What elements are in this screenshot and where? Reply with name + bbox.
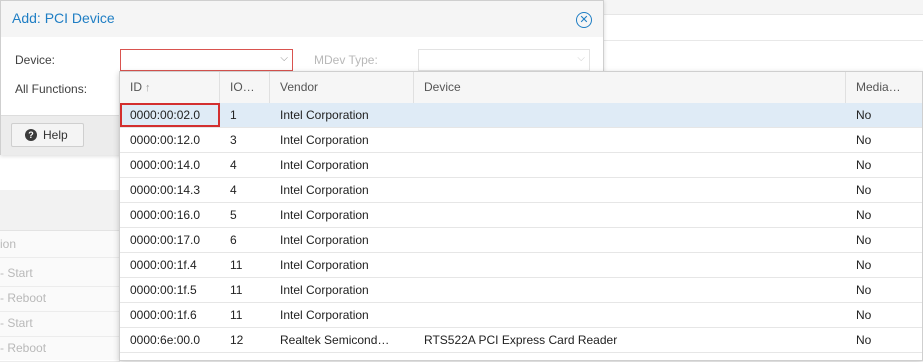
chevron-down-icon[interactable]: ⌵ [280, 53, 288, 64]
column-header-id-label: ID [130, 80, 142, 94]
question-circle-icon: ? [25, 129, 37, 141]
table-row[interactable]: 0000:00:1f.6 11 Intel Corporation No [120, 303, 922, 328]
cell-vendor: Realtek Semicond… [280, 333, 390, 347]
column-header-vendor[interactable]: Vendor [270, 72, 414, 103]
cell-device [414, 178, 846, 202]
cell-id: 0000:00:14.3 [130, 183, 201, 197]
table-row[interactable]: 0000:00:17.0 6 Intel Corporation No [120, 228, 922, 253]
cell-io: 3 [230, 133, 237, 147]
cell-vendor: Intel Corporation [280, 133, 369, 147]
cell-io: 4 [230, 158, 237, 172]
cell-device [414, 228, 846, 252]
dialog-title: Add: PCI Device [12, 10, 115, 26]
cell-vendor: Intel Corporation [280, 158, 369, 172]
cell-io: 11 [230, 283, 243, 297]
cell-media: No [856, 108, 872, 122]
column-header-media[interactable]: Media… [846, 72, 922, 103]
cell-vendor: Intel Corporation [280, 208, 369, 222]
device-picker-grid[interactable]: ID ↑ IO… Vendor Device Media… 0000:00:02.… [119, 71, 923, 361]
table-row[interactable]: 0000:00:1f.5 11 Intel Corporation No [120, 278, 922, 303]
cell-device [414, 253, 846, 277]
cell-io: 11 [230, 258, 243, 272]
cell-id: 0000:00:1f.5 [130, 283, 197, 297]
table-row[interactable]: 0000:00:14.3 4 Intel Corporation No [120, 178, 922, 203]
cell-id: 0000:00:1f.4 [130, 258, 197, 272]
device-label: Device: [15, 53, 56, 67]
column-header-io[interactable]: IO… [220, 72, 270, 103]
mdev-type-label: MDev Type: [314, 53, 378, 67]
table-row[interactable]: 0000:00:16.0 5 Intel Corporation No [120, 203, 922, 228]
cell-id: 0000:00:12.0 [130, 133, 201, 147]
background-row: - Reboot [0, 336, 120, 362]
all-functions-label: All Functions: [15, 82, 88, 96]
cell-io: 4 [230, 183, 237, 197]
cell-media: No [856, 233, 872, 247]
cell-vendor: Intel Corporation [280, 233, 369, 247]
cell-device [414, 203, 846, 227]
table-row[interactable]: 0000:6e:00.0 12 Realtek Semicond… RTS522… [120, 328, 922, 353]
background-row: - Reboot [0, 286, 120, 312]
cell-id: 0000:00:02.0 [120, 103, 220, 127]
arrow-up-icon: ↑ [145, 82, 151, 94]
cell-io: 11 [230, 308, 243, 322]
cell-device [414, 303, 846, 327]
background-row: - Start [0, 311, 120, 337]
table-row[interactable]: 0000:00:02.0 1 Intel Corporation No [120, 103, 922, 128]
cell-vendor: Intel Corporation [280, 283, 369, 297]
cell-id: 0000:00:17.0 [130, 233, 201, 247]
mdev-type-combobox[interactable]: ⌵ [418, 49, 590, 71]
background-left-header [0, 190, 120, 231]
cell-id: 0000:00:14.0 [130, 158, 201, 172]
cell-device [414, 153, 846, 177]
cell-media: No [856, 333, 872, 347]
table-row[interactable]: 0000:00:1f.4 11 Intel Corporation No [120, 253, 922, 278]
background-row: - Start [0, 261, 120, 287]
device-combobox[interactable]: ⌵ [120, 49, 293, 71]
cell-media: No [856, 258, 872, 272]
cell-media: No [856, 208, 872, 222]
grid-header: ID ↑ IO… Vendor Device Media… [120, 72, 922, 104]
cell-io: 12 [230, 333, 244, 347]
cell-media: No [856, 158, 872, 172]
cell-vendor: Intel Corporation [280, 183, 369, 197]
cell-media: No [856, 283, 872, 297]
cell-vendor: Intel Corporation [280, 108, 369, 122]
cell-device [414, 278, 846, 302]
cell-device [414, 103, 846, 127]
background-divider [600, 40, 923, 41]
column-header-id[interactable]: ID ↑ [120, 72, 220, 103]
cell-media: No [856, 133, 872, 147]
table-row[interactable]: 0000:00:14.0 4 Intel Corporation No [120, 153, 922, 178]
cell-media: No [856, 183, 872, 197]
background-row: ion [0, 232, 120, 258]
cell-io: 1 [230, 108, 237, 122]
cell-io: 5 [230, 208, 237, 222]
dialog-header: Add: PCI Device ✕ [1, 1, 603, 37]
chevron-down-icon[interactable]: ⌵ [577, 53, 585, 64]
cell-vendor: Intel Corporation [280, 308, 369, 322]
cell-vendor: Intel Corporation [280, 258, 369, 272]
cell-id: 0000:6e:00.0 [130, 333, 201, 347]
cell-id: 0000:00:16.0 [130, 208, 201, 222]
cell-media: No [856, 308, 872, 322]
cell-device: RTS522A PCI Express Card Reader [424, 333, 618, 347]
column-header-device[interactable]: Device [414, 72, 846, 103]
cell-device [414, 128, 846, 152]
cell-id: 0000:00:1f.6 [130, 308, 197, 322]
table-row[interactable]: 0000:00:12.0 3 Intel Corporation No [120, 128, 922, 153]
close-icon[interactable]: ✕ [576, 12, 592, 28]
help-button-label: Help [43, 128, 68, 142]
cell-io: 6 [230, 233, 237, 247]
help-button[interactable]: ? Help [11, 123, 84, 147]
